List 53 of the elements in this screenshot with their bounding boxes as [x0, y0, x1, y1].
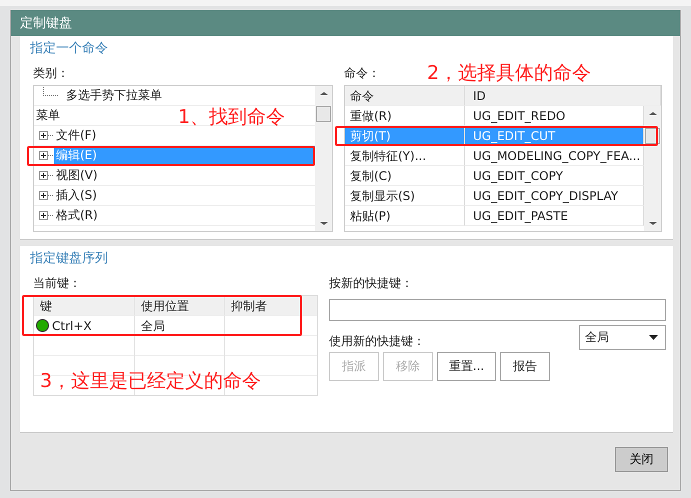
command-row[interactable]: 复制特征(Y)... UG_MODELING_COPY_FEA... — [345, 146, 644, 166]
table-cell: 复制特征(Y)... — [345, 146, 465, 166]
action-button[interactable]: 报告 — [500, 352, 550, 381]
tree-item[interactable]: 菜单 — [34, 106, 62, 125]
section-heading: 指定键盘序列 — [30, 250, 109, 268]
use-label: 使用新的快捷键： — [329, 333, 425, 350]
category-label: 类别： — [33, 65, 70, 82]
new-key-label: 按新的快捷键： — [329, 275, 414, 292]
caret-icon — [649, 335, 658, 340]
tree-item[interactable]: 视图(V) — [54, 166, 100, 185]
table-cell: UG_EDIT_COPY — [465, 166, 644, 186]
table-cell-text: 全局 — [141, 318, 165, 334]
callout-text: 1、找到命令 — [178, 105, 286, 129]
action-button[interactable]: 重置... — [437, 352, 496, 381]
table-cell: UG_MODELING_COPY_FEA... — [465, 146, 644, 166]
scope-dropdown[interactable]: 全局 — [579, 325, 666, 350]
expand-icon[interactable] — [39, 131, 48, 140]
shortcut-field[interactable] — [329, 299, 666, 321]
column-header[interactable]: 抑制者 — [225, 296, 317, 316]
column-header[interactable]: ID — [465, 86, 661, 106]
expand-icon[interactable] — [39, 151, 48, 160]
table-cell: 复制显示(S) — [345, 186, 465, 206]
command-label: 命令： — [344, 66, 380, 80]
table-cell: 粘贴(P) — [345, 206, 465, 226]
table-cell: 剪切(T) — [345, 126, 465, 146]
callout-text: 2，选择具体的命令 — [427, 61, 592, 85]
scrollbar[interactable] — [315, 86, 332, 231]
command-row[interactable]: 复制(C) UG_EDIT_COPY — [345, 166, 644, 186]
section-heading: 指定一个命令 — [30, 40, 109, 58]
table-cell: UG_EDIT_REDO — [465, 106, 644, 126]
expand-icon[interactable] — [39, 191, 48, 200]
table-cell-text: Ctrl+X — [52, 318, 92, 334]
command-row[interactable]: 重做(R) UG_EDIT_REDO — [345, 106, 644, 126]
tree-item[interactable]: 文件(F) — [54, 126, 98, 145]
table-cell: 重做(R) — [345, 106, 465, 126]
tree-item[interactable]: 格式(R) — [54, 206, 100, 225]
table-cell: 复制(C) — [345, 166, 465, 186]
command-row[interactable]: 复制显示(S) UG_EDIT_COPY_DISPLAY — [345, 186, 644, 206]
current-keys-label: 当前键： — [33, 275, 82, 292]
column-header[interactable]: 命令 — [345, 86, 465, 106]
table-cell: UG_EDIT_COPY_DISPLAY — [465, 186, 644, 206]
command-row[interactable]: 粘贴(P) UG_EDIT_PASTE — [345, 206, 644, 226]
callout-text: 3，这里是已经定义的命令 — [40, 369, 262, 393]
column-header[interactable]: 使用位置 — [135, 296, 225, 316]
table-cell: UG_EDIT_PASTE — [465, 206, 644, 226]
column-header[interactable]: 键 — [34, 296, 135, 316]
expand-icon[interactable] — [39, 211, 48, 220]
close-button[interactable]: 关闭 — [615, 447, 668, 472]
expand-icon[interactable] — [39, 171, 48, 180]
tree-item[interactable]: 多选手势下拉菜单 — [64, 86, 164, 105]
window-title: 定制键盘 — [20, 15, 72, 32]
scrollbar[interactable] — [644, 106, 661, 231]
tree-item[interactable]: 插入(S) — [54, 186, 99, 205]
